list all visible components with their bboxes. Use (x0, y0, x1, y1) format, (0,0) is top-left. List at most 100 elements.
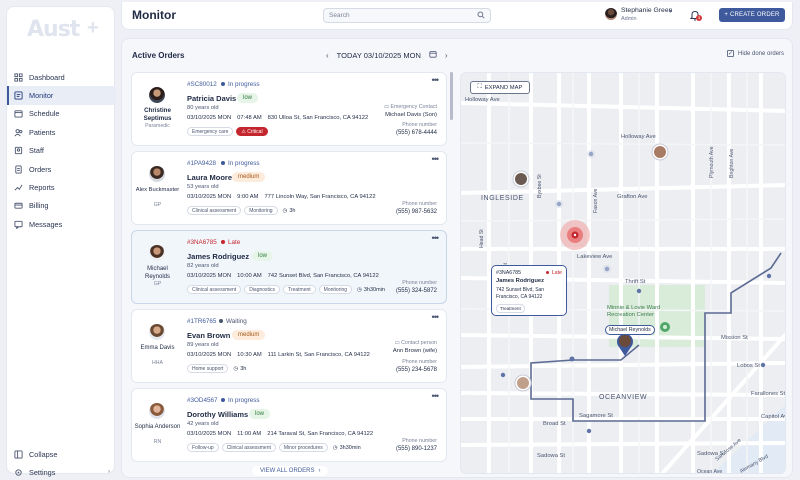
status-badge: In progress (221, 160, 260, 167)
staff-name: Emma Davis (140, 345, 175, 351)
section-title: Active Orders (132, 51, 185, 60)
svg-text:Holloway Ave: Holloway Ave (621, 134, 656, 140)
staff-map-label[interactable]: Michael Reynolds (605, 325, 655, 335)
sidebar-item-reports[interactable]: Reports (7, 178, 116, 196)
status-dot (545, 271, 549, 275)
svg-text:Mission St: Mission St (721, 335, 748, 341)
svg-text:Plymouth Ave: Plymouth Ave (709, 146, 715, 178)
phone-label: Phone number (402, 438, 437, 444)
sidebar-item-label: Monitor (29, 91, 54, 101)
svg-text:Recreation Center: Recreation Center (607, 312, 654, 318)
gear-icon (14, 468, 23, 477)
avatar (149, 403, 165, 419)
visit-info: 03/10/2025 MON 07:48 AM 830 Ulloa St, San … (187, 115, 374, 121)
more-options-icon[interactable]: ••• (432, 75, 440, 85)
map-view[interactable]: Holloway Ave Holloway Ave INGLESIDE Graf… (460, 72, 786, 474)
status-badge: Waiting (219, 318, 247, 325)
status-dot (221, 398, 225, 403)
sidebar-nav: Dashboard Monitor Schedule Patients Staf… (7, 68, 116, 234)
sidebar-item-label: Dashboard (29, 72, 65, 82)
more-options-icon[interactable]: ••• (432, 312, 440, 322)
chevron-right-icon: › (318, 468, 321, 474)
service-tag: Follow-up (187, 443, 219, 452)
expand-map-label: EXPAND MAP (484, 84, 523, 91)
sidebar-item-messages[interactable]: Messages (7, 215, 116, 233)
duration-value: 3h (289, 207, 296, 214)
visit-address: 214 Taraval St, San Francisco, CA 94122 (267, 431, 374, 437)
visit-time: 11:00 AM (237, 431, 262, 437)
monitor-icon (14, 91, 23, 100)
sidebar-item-patients[interactable]: Patients (7, 123, 116, 141)
avatar (605, 8, 617, 20)
visit-time: 07:48 AM (237, 115, 262, 121)
svg-text:Holloway Ave: Holloway Ave (465, 97, 500, 103)
order-id[interactable]: #3NA6785 (187, 239, 217, 246)
staff-name: Alex Buckmaster (135, 187, 180, 193)
svg-text:Brighton Ave: Brighton Ave (729, 149, 735, 178)
sidebar-item-billing[interactable]: Billing (7, 197, 116, 215)
sidebar-item-staff[interactable]: Staff (7, 142, 116, 160)
avatar (149, 87, 165, 103)
svg-text:OCEANVIEW: OCEANVIEW (599, 394, 647, 401)
svg-text:Broad St: Broad St (543, 421, 566, 427)
critical-label: Critical (247, 129, 263, 135)
visit-time: 10:00 AM (237, 273, 262, 279)
order-id[interactable]: #SC80012 (187, 81, 217, 88)
visit-date: 03/10/2025 MON (187, 352, 232, 358)
popup-status: Late (545, 270, 562, 276)
expand-map-button[interactable]: ⛶ EXPAND MAP (470, 81, 530, 94)
order-id[interactable]: #1PA9428 (187, 160, 216, 167)
visit-date: 03/10/2025 MON (187, 273, 232, 279)
sidebar-item-monitor[interactable]: Monitor (7, 86, 116, 105)
user-menu[interactable]: Stephanie Green Admin ▾ (605, 6, 675, 26)
order-card[interactable]: Christine Septimus Paramedic #SC80012 In… (131, 72, 447, 146)
order-card[interactable]: Michael Reynolds GP #3NA6785 Late James … (131, 230, 447, 304)
orders-icon (14, 165, 23, 174)
sidebar-item-orders[interactable]: Orders (7, 160, 116, 178)
search-box (323, 8, 491, 23)
top-bar: Monitor Stephanie Green Admin ▾ 3 + CREA… (121, 2, 793, 30)
checkbox-icon[interactable]: ✓ (727, 50, 734, 57)
staff-role: RN (153, 439, 162, 445)
visit-time: 9:00 AM (237, 194, 259, 200)
staff-role: GP (153, 202, 162, 208)
more-options-icon[interactable]: ••• (432, 233, 440, 243)
settings-button[interactable]: Settings › (7, 463, 116, 480)
create-order-button[interactable]: + CREATE ORDER (719, 8, 785, 22)
service-tag: Clinical assessment (187, 206, 242, 215)
contact-label: ▭ Contact person (395, 340, 437, 346)
sidebar-item-dashboard[interactable]: Dashboard (7, 68, 116, 86)
map-order-popup[interactable]: #3NA6785 Late James Rodriguez 742 Sunset… (491, 265, 567, 316)
hide-done-toggle[interactable]: ✓ Hide done orders (727, 50, 784, 57)
search-icon[interactable] (477, 10, 485, 21)
svg-text:Lakeview Ave: Lakeview Ave (577, 254, 612, 260)
sidebar-item-schedule[interactable]: Schedule (7, 105, 116, 123)
order-id[interactable]: #3OD4567 (187, 397, 217, 404)
visit-info: 03/10/2025 MON 10:00 AM 742 Sunset Blvd, S… (187, 273, 385, 279)
critical-badge: ⚠ Critical (236, 127, 268, 136)
search-input[interactable] (329, 12, 469, 19)
order-card[interactable]: Sophia Anderson RN #3OD4567 In progress … (131, 388, 447, 462)
popup-address: 742 Sunset Blvd, San Francisco, CA 94122 (496, 287, 545, 300)
more-options-icon[interactable]: ••• (432, 391, 440, 401)
collapse-button[interactable]: Collapse (7, 445, 116, 463)
chevron-left-icon[interactable]: ‹ (326, 51, 329, 60)
order-id[interactable]: #1TR6765 (187, 318, 216, 325)
patient-name: Patricia Davis (187, 94, 237, 103)
phone-value: (555) 987-5632 (395, 209, 437, 215)
order-card[interactable]: Emma Davis HHA #1TR6765 Waiting Evan Bro… (131, 309, 447, 383)
more-options-icon[interactable]: ••• (432, 154, 440, 164)
date-navigator: ‹ TODAY 03/10/2025 MON › (326, 49, 448, 61)
calendar-icon[interactable] (429, 50, 437, 60)
view-all-orders-button[interactable]: VIEW ALL ORDERS › (252, 466, 329, 476)
visit-address: 830 Ulloa St, San Francisco, CA 94122 (267, 115, 369, 121)
calendar-icon (14, 109, 23, 119)
staff-role: HHA (152, 360, 163, 366)
service-tag: Diagnostics (244, 285, 281, 294)
duration: ◷ 3h30min (357, 287, 385, 293)
patient-age: 53 years old (187, 184, 219, 190)
orders-scrollbar[interactable] (450, 72, 453, 120)
service-tags: Clinical assessment Monitoring ◷ 3h (187, 206, 295, 215)
order-card[interactable]: Alex Buckmaster GP #1PA9428 In progress … (131, 151, 447, 225)
chevron-right-icon[interactable]: › (445, 51, 448, 60)
